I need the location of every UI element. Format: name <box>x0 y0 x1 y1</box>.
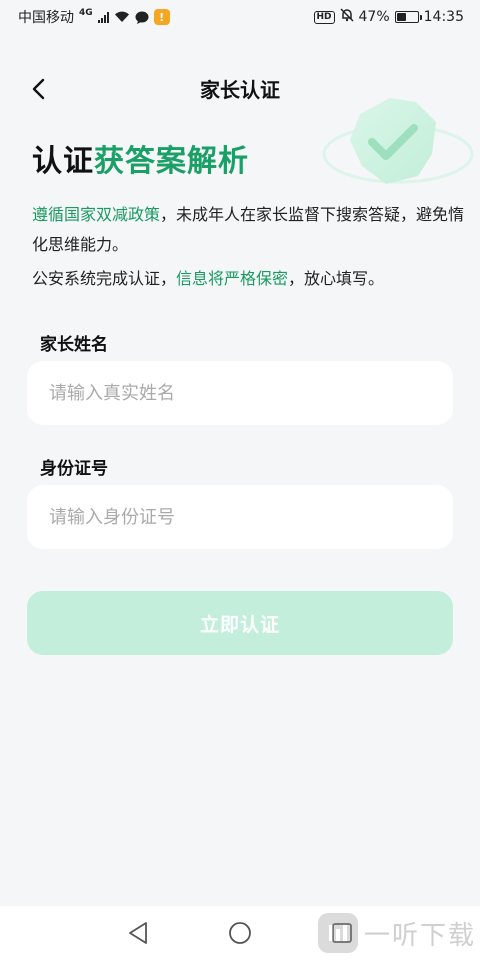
network-type: 4G <box>79 8 93 18</box>
signal-icon <box>97 11 109 23</box>
id-number-input[interactable] <box>49 506 453 528</box>
verify-submit-button[interactable]: 立即认证 <box>27 591 453 655</box>
chat-icon <box>135 11 149 24</box>
id-field-container <box>27 485 453 549</box>
promo-heading: 认证获答案解析 <box>32 136 249 180</box>
status-left: 中国移动 4G ! <box>18 7 170 27</box>
name-input[interactable] <box>49 382 453 404</box>
page-title: 家长认证 <box>200 77 280 102</box>
name-field-container <box>27 361 453 425</box>
privacy-description: 公安系统完成认证，信息将严格保密，放心填写。 <box>32 264 472 294</box>
chevron-left-icon <box>32 78 45 100</box>
battery-fill <box>396 13 407 21</box>
watermark-logo <box>318 913 358 953</box>
policy-description: 遵循国家双减政策，未成年人在家长监督下搜索答疑，避免惰化思维能力。 <box>32 200 472 260</box>
name-label: 家长姓名 <box>40 335 108 355</box>
clock: 14:35 <box>423 9 464 25</box>
circle-home-icon <box>229 922 251 944</box>
heading-part2: 获答案解析 <box>94 144 249 179</box>
triangle-back-icon <box>129 922 147 944</box>
header: 家长认证 <box>0 64 480 112</box>
heading-part1: 认证 <box>32 144 94 179</box>
privacy-text-start: 公安系统完成认证， <box>32 269 177 288</box>
privacy-highlight: 信息将严格保密 <box>176 269 289 288</box>
watermark: 一听下载 <box>318 912 476 954</box>
nav-home-button[interactable] <box>226 919 254 947</box>
battery-icon <box>394 11 422 23</box>
hd-icon: HD <box>313 10 335 24</box>
mute-bell-icon <box>339 8 354 26</box>
wifi-icon <box>114 11 130 23</box>
watermark-text: 一听下载 <box>364 920 477 951</box>
policy-highlight: 遵循国家双减政策 <box>32 205 161 224</box>
privacy-text-end: ，放心填写。 <box>288 269 385 288</box>
status-right: HD 47% 14:35 <box>313 8 464 26</box>
nav-back-button[interactable] <box>124 919 152 947</box>
carrier-name: 中国移动 <box>18 10 74 26</box>
id-label: 身份证号 <box>40 459 108 479</box>
battery-percent: 47% <box>358 9 390 25</box>
notification-badge-icon: ! <box>153 9 170 25</box>
back-button[interactable] <box>22 72 56 106</box>
status-bar: 中国移动 4G ! HD 47% 14:35 <box>0 0 480 34</box>
